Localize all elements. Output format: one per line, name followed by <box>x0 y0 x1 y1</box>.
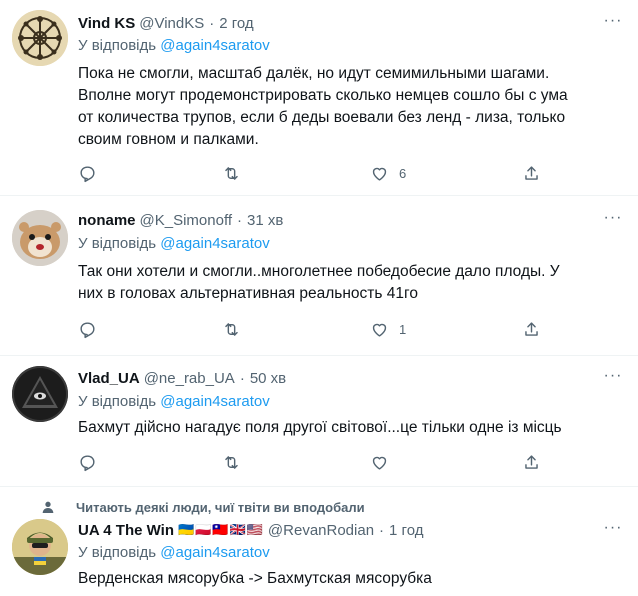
avatar-noname[interactable] <box>12 210 68 266</box>
tweet-text-line: Так они хотели и смогли..многолетнее поб… <box>78 263 560 280</box>
tweet-text-line: Верденская мясорубка -> Бахмутская мясор… <box>78 570 432 587</box>
like-button[interactable]: 1 <box>370 319 406 339</box>
reply-context: У відповідь @again4saratov <box>78 235 270 252</box>
reply-icon <box>80 165 95 182</box>
retweet-icon <box>225 322 238 336</box>
tweet[interactable]: Vind KS @VindKS · 2 год ··· У відповідь … <box>0 0 638 196</box>
separator-dot: · <box>209 14 215 32</box>
like-count: 6 <box>399 165 407 181</box>
reply-mention[interactable]: @again4saratov <box>160 544 269 561</box>
separator-dot: · <box>239 369 245 387</box>
tweet-text: Так они хотели и смогли..многолетнее поб… <box>78 261 618 305</box>
reply-prefix: У відповідь <box>78 235 157 252</box>
like-button[interactable] <box>370 452 389 472</box>
like-count: 1 <box>399 321 407 337</box>
reply-button[interactable] <box>78 319 97 339</box>
pyramid-eye-avatar-image <box>12 366 68 422</box>
reply-context: У відповідь @again4saratov <box>78 393 270 410</box>
hamster-avatar-image <box>12 210 68 266</box>
separator-dot: · <box>237 211 243 229</box>
reply-mention[interactable]: @again4saratov <box>160 235 269 252</box>
tweet-text-line: Пока не смогли, масштаб далёк, но идут с… <box>78 65 550 82</box>
tweet-text-line: своим говном и палками. <box>78 131 259 148</box>
tweet-header: Vind KS @VindKS · 2 год <box>78 12 598 34</box>
reply-context: У відповідь @again4saratov <box>78 544 270 561</box>
share-icon <box>525 321 538 336</box>
like-icon <box>372 167 387 181</box>
runic-compass-avatar-image <box>12 10 68 66</box>
retweet-button[interactable] <box>222 452 241 472</box>
reply-button[interactable] <box>78 163 97 183</box>
share-button[interactable] <box>522 319 541 339</box>
author-name[interactable]: noname <box>78 212 136 229</box>
reply-mention[interactable]: @again4saratov <box>160 393 269 410</box>
more-icon[interactable]: ··· <box>602 13 624 32</box>
share-button[interactable] <box>522 163 541 183</box>
author-handle[interactable]: @K_Simonoff <box>140 212 233 229</box>
tweet-text-line: от количества трупов, если б деды воевал… <box>78 109 566 126</box>
author-name[interactable]: Vlad_UA <box>78 370 140 387</box>
tweet-text-line: них в головах альтернативная реальность … <box>78 285 418 302</box>
tweet-text-line: Бахмут дійсно нагадує поля другої світов… <box>78 419 562 436</box>
retweet-button[interactable] <box>222 163 241 183</box>
retweet-button[interactable] <box>222 319 241 339</box>
tweet-header: UA 4 The Win 🇺🇦🇵🇱🇹🇼🇬🇧🇺🇸 @RevanRodian · 1… <box>78 519 598 541</box>
action-bar: 1 <box>78 319 558 339</box>
author-handle[interactable]: @RevanRodian <box>268 522 374 539</box>
tweet-text-line: Вполне могут продемонстрировать сколько … <box>78 87 568 104</box>
tweet[interactable]: noname @K_Simonoff · 31 хв ··· У відпові… <box>0 196 638 356</box>
more-icon[interactable]: ··· <box>602 520 624 539</box>
more-icon[interactable]: ··· <box>602 368 624 387</box>
reply-prefix: У відповідь <box>78 393 157 410</box>
author-name[interactable]: UA 4 The Win <box>78 522 174 539</box>
avatar-vindks[interactable] <box>12 10 68 66</box>
more-icon[interactable]: ··· <box>602 210 624 229</box>
like-button[interactable]: 6 <box>370 163 406 183</box>
soldier-avatar-image <box>12 519 68 575</box>
reply-mention[interactable]: @again4saratov <box>160 37 269 54</box>
author-handle[interactable]: @VindKS <box>139 15 204 32</box>
author-name[interactable]: Vind KS <box>78 15 135 32</box>
action-bar: 6 <box>78 163 558 183</box>
author-handle[interactable]: @ne_rab_UA <box>144 370 235 387</box>
tweet-text: Бахмут дійсно нагадує поля другої світов… <box>78 417 618 439</box>
reply-button[interactable] <box>78 452 97 472</box>
like-icon <box>372 456 387 470</box>
tweet[interactable]: UA 4 The Win 🇺🇦🇵🇱🇹🇼🇬🇧🇺🇸 @RevanRodian · 1… <box>0 487 638 596</box>
timestamp[interactable]: 50 хв <box>250 370 286 387</box>
retweet-icon <box>225 166 238 180</box>
tweet-text: Пока не смогли, масштаб далёк, но идут с… <box>78 63 618 151</box>
reply-context: У відповідь @again4saratov <box>78 37 270 54</box>
tweet-text: Верденская мясорубка -> Бахмутская мясор… <box>78 568 618 590</box>
tweet[interactable]: Vlad_UA @ne_rab_UA · 50 хв ··· У відпові… <box>0 356 638 487</box>
action-bar <box>78 452 558 472</box>
tweet-header: noname @K_Simonoff · 31 хв <box>78 209 598 231</box>
avatar-ua4thewin[interactable] <box>12 519 68 575</box>
share-icon <box>525 165 538 180</box>
like-icon <box>372 323 387 337</box>
avatar-vladua[interactable] <box>12 366 68 422</box>
timestamp[interactable]: 2 год <box>219 15 253 32</box>
separator-dot: · <box>379 521 385 539</box>
reply-prefix: У відповідь <box>78 37 157 54</box>
reply-prefix: У відповідь <box>78 544 157 561</box>
share-button[interactable] <box>522 452 541 472</box>
timestamp[interactable]: 1 год <box>389 522 423 539</box>
share-icon <box>525 454 538 469</box>
reply-icon <box>80 321 95 338</box>
timestamp[interactable]: 31 хв <box>247 212 283 229</box>
name-flags-emoji: 🇺🇦🇵🇱🇹🇼🇬🇧🇺🇸 <box>177 522 264 537</box>
retweet-icon <box>225 455 238 469</box>
tweet-header: Vlad_UA @ne_rab_UA · 50 хв <box>78 367 598 389</box>
reply-icon <box>80 454 95 471</box>
